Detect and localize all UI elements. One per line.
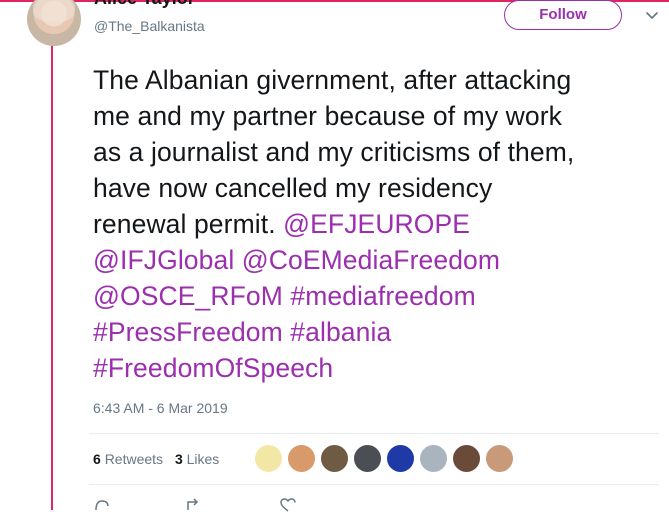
tweet-text-segment [234,245,241,275]
likes-stat[interactable]: 3 Likes [175,451,219,467]
tweet-text-segment: me and my partner because of my work [93,101,563,131]
divider [89,484,659,485]
highlight-left-line [51,0,53,510]
tweet-line: #FreedomOfSpeech [93,350,658,386]
mention-link[interactable]: @OSCE_RFoM [93,281,283,311]
divider [89,433,659,434]
tweet-line: renewal permit. @EFJEUROPE [93,206,658,242]
tweet-text-segment: renewal permit. [93,209,284,239]
tweet-line: @OSCE_RFoM #mediafreedom [93,278,658,314]
liker-avatar-4[interactable] [353,444,382,473]
tweet-text-segment: as a journalist and my criticisms of the… [93,137,575,167]
likes-label: Likes [186,451,220,467]
author-display-name[interactable]: Alice Taylor [94,0,195,9]
retweets-count: 6 [93,451,101,467]
chevron-down-icon[interactable] [644,7,660,23]
retweets-stat[interactable]: 6 Retweets [93,451,163,467]
liker-avatar-1[interactable] [254,444,283,473]
tweet-stats: 6 Retweets 3 Likes [93,451,219,467]
tweet-line: as a journalist and my criticisms of the… [93,134,658,170]
follow-button[interactable]: Follow [504,0,622,30]
tweet-line: @IFJGlobal @CoEMediaFreedom [93,242,658,278]
author-avatar[interactable] [27,0,81,46]
liker-avatar-3[interactable] [320,444,349,473]
tweet-line: #PressFreedom #albania [93,314,658,350]
hashtag-link[interactable]: #FreedomOfSpeech [93,353,333,383]
hashtag-link[interactable]: #mediafreedom [290,281,475,311]
liker-avatar-5[interactable] [386,444,415,473]
mention-link[interactable]: @IFJGlobal [93,245,234,275]
tweet-line: have now cancelled my residency [93,170,658,206]
mention-link[interactable]: @CoEMediaFreedom [242,245,500,275]
tweet-line: me and my partner because of my work [93,98,658,134]
tweet-text: The Albanian givernment, after attacking… [93,62,658,386]
hashtag-link[interactable]: #PressFreedom [93,317,283,347]
liker-avatar-6[interactable] [419,444,448,473]
likes-count: 3 [174,451,183,467]
tweet-text-segment: have now cancelled my residency [93,173,493,203]
hashtag-link[interactable]: #albania [290,317,391,347]
tweet-line: The Albanian givernment, after attacking [93,62,658,98]
liker-avatar-2[interactable] [287,444,316,473]
liker-avatar-7[interactable] [452,444,481,473]
mention-link[interactable]: @EFJEUROPE [283,209,470,239]
liker-avatar-8[interactable] [485,444,514,473]
author-handle[interactable]: @The_Balkanista [94,18,205,34]
tweet-text-segment: The Albanian givernment, after attacking [93,65,572,95]
tweet-timestamp[interactable]: 6:43 AM - 6 Mar 2019 [93,400,228,416]
retweets-label: Retweets [104,451,164,467]
